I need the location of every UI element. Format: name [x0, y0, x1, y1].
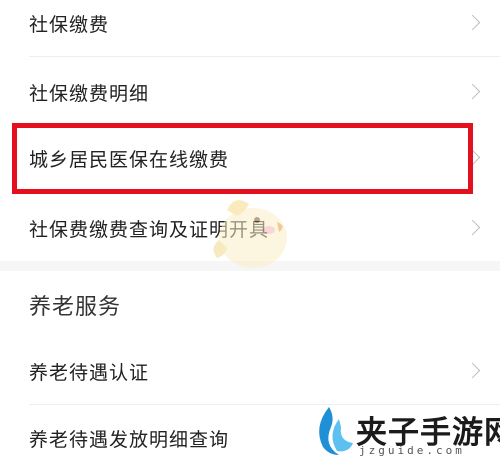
section-title-pension-services: 养老服务	[29, 295, 122, 320]
list-item-social-security-payment[interactable]: 社保缴费	[0, 0, 500, 46]
list-item-label: 养老待遇发放明细查询	[29, 428, 230, 451]
site-watermark: 夹子手游网 jzguide.com	[305, 403, 500, 461]
bird-mascot-icon	[213, 200, 287, 268]
list-item-label: 社保缴费明细	[29, 82, 150, 105]
chevron-right-icon	[464, 83, 481, 100]
list-item-label: 社保缴费	[29, 13, 110, 36]
chevron-right-icon	[464, 362, 481, 379]
highlight-annotation-box	[12, 123, 473, 194]
list-item-pension-certification[interactable]: 养老待遇认证	[0, 340, 500, 402]
chevron-right-icon	[464, 14, 481, 31]
list-item-payment-details[interactable]: 社保缴费明细	[0, 60, 500, 124]
social-security-services-page: 社保缴费 社保缴费明细 城乡居民医保在线缴费 社保费缴费查询及证明开具 养老服务…	[0, 0, 500, 461]
list-item-label: 养老待遇认证	[29, 361, 150, 384]
chevron-right-icon	[464, 219, 481, 236]
watermark-url: jzguide.com	[359, 444, 465, 457]
divider	[29, 56, 500, 57]
wave-logo-icon	[319, 407, 353, 455]
